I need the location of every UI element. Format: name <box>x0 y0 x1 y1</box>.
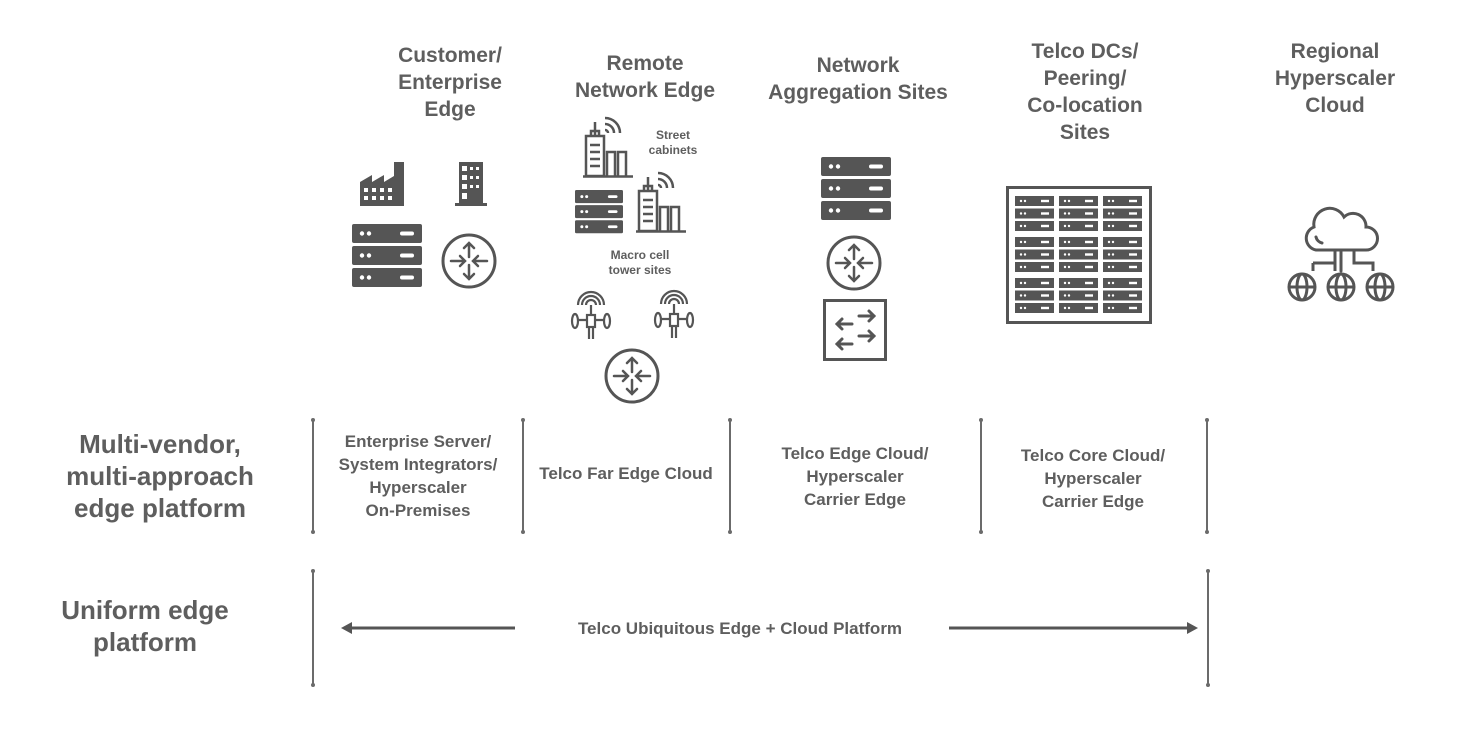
cell-telco-far-edge: Telco Far Edge Cloud <box>539 464 713 483</box>
switch-icon <box>823 299 887 361</box>
cell-telco-edge-cloud: Telco Edge Cloud/ Hyperscaler Carrier Ed… <box>781 444 929 509</box>
cell-telco-core-cloud: Telco Core Cloud/ Hyperscaler Carrier Ed… <box>1020 446 1166 511</box>
row-label-uniform-edge: Uniform edge platform <box>61 595 229 657</box>
cell-tower-building-icon <box>583 116 633 178</box>
factory-icon <box>360 162 404 206</box>
arrow-right-icon <box>949 622 1198 634</box>
datacenter-rack-icon <box>1006 186 1152 324</box>
router-icon <box>604 348 660 404</box>
column-divider <box>727 418 731 534</box>
column-divider <box>310 418 314 534</box>
server-rack-icon <box>575 190 623 234</box>
column-divider <box>310 569 314 687</box>
column-divider <box>1205 569 1209 687</box>
router-icon <box>826 235 882 291</box>
street-cabinets-label: Street cabinets <box>648 128 698 157</box>
server-rack-icon <box>352 224 422 287</box>
arrow-left-icon <box>341 622 515 634</box>
column-title-telco-dcs: Telco DCs/ Peering/ Co-location Sites <box>1027 40 1143 144</box>
column-title-customer-edge: Customer/ Enterprise Edge <box>398 44 502 121</box>
macro-cell-tower-label: Macro cell tower sites <box>608 248 672 277</box>
cell-enterprise-server: Enterprise Server/ System Integrators/ H… <box>338 432 498 520</box>
office-building-icon <box>455 162 487 206</box>
column-divider <box>1204 418 1208 534</box>
cell-tower-building-icon <box>636 171 686 233</box>
antenna-tower-icon <box>653 289 695 338</box>
router-icon <box>441 233 497 289</box>
antenna-tower-icon <box>570 290 612 339</box>
column-title-regional-hyperscaler: Regional Hyperscaler Cloud <box>1274 40 1396 117</box>
span-label-ubiquitous-platform: Telco Ubiquitous Edge + Cloud Platform <box>577 619 903 638</box>
server-rack-icon <box>821 157 891 220</box>
column-title-remote-network-edge: Remote Network Edge <box>574 52 716 102</box>
cloud-network-icon <box>1287 206 1395 302</box>
column-title-aggregation-sites: Network Aggregation Sites <box>768 54 948 104</box>
row-label-multi-vendor: Multi-vendor, multi-approach edge platfo… <box>66 429 254 523</box>
